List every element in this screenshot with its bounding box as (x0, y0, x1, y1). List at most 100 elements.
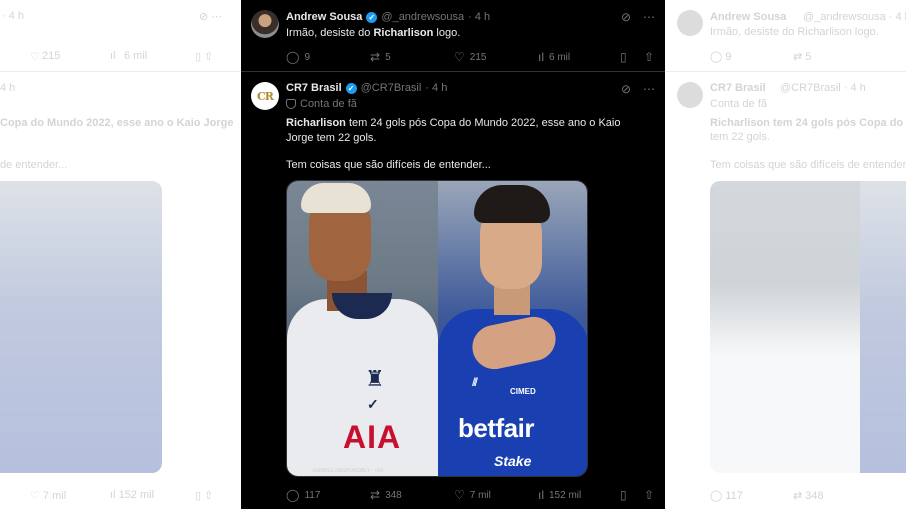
ghost-text: Irmão, desiste do Richarlison logo. (710, 26, 879, 38)
tweet-andrew-sousa[interactable]: Andrew Sousa ✓ @_andrewsousa · 4 h ⊘ ⋯ I… (241, 0, 665, 72)
timeline-feed: Andrew Sousa ✓ @_andrewsousa · 4 h ⊘ ⋯ I… (241, 0, 665, 509)
grok-icon[interactable]: ⊘ (621, 10, 631, 24)
mention-richarlison: Richarlison (373, 27, 434, 39)
ghost-views: 6 mil (124, 50, 148, 62)
bookmark-button[interactable]: ▯ (620, 50, 644, 64)
tweet-time[interactable]: · 4 h (425, 82, 447, 94)
bookmark-button[interactable]: ▯ (620, 488, 644, 502)
ghost-bookmark-icon: ▯ ⇧ (195, 51, 214, 63)
tweet-actions: ◯ 117 ⇄ 348 ♡ 7 mil ıl 152 mil ▯ ⇧ (286, 488, 655, 502)
views-icon: ıl (538, 488, 544, 502)
verified-badge-icon: ✓ (345, 82, 357, 94)
retweet-icon: ⇄ (370, 488, 381, 502)
more-icon[interactable]: ⋯ (643, 10, 655, 24)
ghost-line1: Richarlison tem 24 gols pós Copa do Mu (710, 117, 906, 129)
cr7-logo-icon: CR (257, 89, 274, 103)
tweet-cr7-brasil[interactable]: CR CR7 Brasil ✓ @CR7Brasil · 4 h ⊘ ⋯ Con… (241, 72, 665, 509)
share-icon: ⇧ (644, 488, 655, 502)
photo-kaio-jorge: /// CIMED betfair Stake (438, 181, 587, 476)
ghost-name-2: CR7 Brasil (710, 82, 766, 94)
ghost-views-count: ıl 152 mil (110, 489, 155, 501)
author-handle[interactable]: @CR7Brasil (361, 82, 422, 94)
sponsor-betfair: betfair (458, 413, 534, 443)
ghost-retweets-2: ⇄ 348 (793, 490, 824, 502)
ghost-badge: Conta de fã (710, 98, 767, 110)
ghost-views-icon: ıl (110, 50, 116, 62)
like-button[interactable]: ♡ 7 mil (454, 488, 538, 502)
views-button[interactable]: ıl 152 mil (538, 488, 620, 502)
like-button[interactable]: ♡ 215 (454, 50, 538, 64)
retweet-icon: ⇄ (370, 50, 381, 64)
photo-richarlison: ♜ ✓ AIA (287, 181, 438, 476)
like-icon: ♡ (454, 50, 465, 64)
ghost-divider (665, 71, 906, 72)
more-icon[interactable]: ⋯ (643, 82, 655, 96)
verified-badge-icon: ✓ (366, 11, 378, 23)
tweet-time[interactable]: · 4 h (468, 11, 490, 23)
reply-button[interactable]: ◯ 9 (286, 50, 370, 64)
retweet-button[interactable]: ⇄ 5 (370, 50, 454, 64)
author-handle[interactable]: @_andrewsousa (381, 11, 464, 23)
ghost-actions-right: ▯ ⇧ (195, 490, 214, 502)
ghost-handle: @_andrewsousa · 4 h (803, 11, 906, 23)
ghost-time: · 4 h (2, 10, 25, 22)
adidas-logo-icon: /// (472, 375, 478, 389)
ghost-avatar (677, 10, 703, 36)
tweet-header: Andrew Sousa ✓ @_andrewsousa · 4 h (286, 11, 490, 23)
ghost-time-2: 4 h (0, 82, 16, 94)
reply-icon: ◯ (286, 50, 300, 64)
tweet-top-icons: ⊘ ⋯ (621, 10, 655, 24)
fan-account-icon (286, 99, 296, 109)
sponsor-aia: AIA (343, 419, 402, 455)
ghost-like-icon: ♡ (30, 51, 40, 63)
ghost-likes: 215 (42, 50, 61, 62)
views-icon: ıl (538, 50, 544, 64)
avatar[interactable]: CR (251, 82, 279, 110)
ghost-handle-2: @CR7Brasil · 4 h (780, 82, 866, 94)
author-name[interactable]: Andrew Sousa (286, 11, 362, 23)
right-background-panel: Andrew Sousa @_andrewsousa · 4 h Irmão, … (665, 0, 906, 509)
ghost-text-line2: de entender... (0, 159, 68, 171)
hair (301, 183, 371, 213)
ghost-text-line1: Copa do Mundo 2022, esse ano o Kaio Jorg… (0, 117, 234, 129)
ghost-line3: Tem coisas que são difíceis de entender (710, 159, 906, 171)
retweet-button[interactable]: ⇄ 348 (370, 488, 454, 502)
tweet-actions: ◯ 9 ⇄ 5 ♡ 215 ıl 6 mil ▯ ⇧ (286, 50, 655, 64)
grok-icon[interactable]: ⊘ (621, 82, 631, 96)
tweet-top-icons: ⊘ ⋯ (621, 82, 655, 96)
bookmark-icon: ▯ (620, 50, 627, 64)
tweet-media-image[interactable]: ♜ ✓ AIA /// CIMED betfair Stake GAMBLE R… (286, 180, 588, 477)
views-button[interactable]: ıl 6 mil (538, 50, 620, 64)
ghost-line2: tem 22 gols. (710, 131, 770, 143)
hair (474, 185, 550, 223)
sponsor-cimed: CIMED (510, 387, 536, 396)
ghost-divider (0, 71, 241, 72)
ghost-media (0, 181, 162, 473)
tweet-text-line2: Tem coisas que são difíceis de entender.… (286, 159, 491, 171)
share-icon: ⇧ (644, 50, 655, 64)
bookmark-icon: ▯ (620, 488, 627, 502)
reply-icon: ◯ (286, 488, 300, 502)
ghost-like-count: ♡ 7 mil (30, 490, 67, 502)
share-button[interactable]: ⇧ (644, 50, 654, 64)
ghost-media (710, 181, 906, 473)
ghost-grok-icon: ⊘ ⋯ (199, 11, 223, 23)
ghost-avatar-2 (677, 82, 703, 108)
avatar[interactable] (251, 10, 279, 38)
ghost-replies: ◯ 9 (710, 51, 732, 63)
share-button[interactable]: ⇧ (644, 488, 654, 502)
reply-button[interactable]: ◯ 117 (286, 488, 370, 502)
tweet-text: Richarlison tem 24 gols pós Copa do Mund… (286, 117, 621, 144)
like-icon: ♡ (454, 488, 465, 502)
ghost-retweets: ⇄ 5 (793, 51, 812, 63)
mention-richarlison: Richarlison (286, 117, 346, 129)
tweet-header: CR7 Brasil ✓ @CR7Brasil · 4 h (286, 82, 447, 94)
tweet-text: Irmão, desiste do Richarlison logo. (286, 27, 461, 39)
nike-swoosh-icon: ✓ (367, 396, 379, 412)
gamble-footnote: GAMBLE RESPONSIBLY · +18 (313, 468, 383, 474)
spurs-crest-icon: ♜ (365, 366, 385, 391)
stake-watermark: Stake (494, 453, 532, 469)
fan-account-label: Conta de fã (286, 98, 357, 110)
ghost-name: Andrew Sousa (710, 11, 787, 23)
author-name[interactable]: CR7 Brasil (286, 82, 342, 94)
